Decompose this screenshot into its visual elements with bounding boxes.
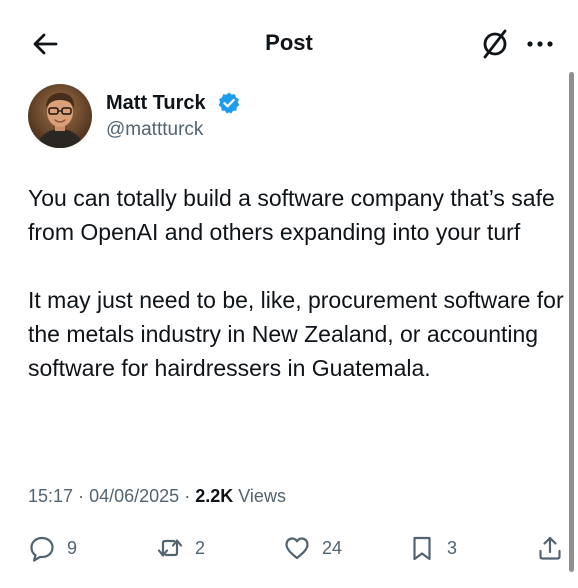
like-count: 24 <box>322 537 343 558</box>
more-horizontal-icon <box>527 41 553 47</box>
share-button[interactable] <box>536 528 564 568</box>
author-name[interactable]: Matt Turck <box>106 92 206 115</box>
avatar[interactable] <box>28 84 92 148</box>
bookmark-count: 3 <box>447 537 458 558</box>
repost-count: 2 <box>195 537 206 558</box>
more-options-button[interactable] <box>524 34 556 54</box>
post-text: You can totally build a software company… <box>28 181 568 385</box>
author-handle[interactable]: @mattturck <box>106 119 203 141</box>
post-date[interactable]: 04/06/2025 <box>89 486 179 506</box>
views-label: Views <box>238 486 286 506</box>
reply-icon <box>30 536 54 562</box>
post-meta: 15:17 · 04/06/2025 · 2.2K Views <box>28 486 286 507</box>
post-paragraph: You can totally build a software company… <box>28 185 555 245</box>
bookmark-icon <box>413 536 431 561</box>
avatar-photo <box>28 84 92 148</box>
repost-button[interactable]: 2 <box>156 528 205 568</box>
grok-icon <box>483 29 507 59</box>
meta-separator: · <box>184 486 191 506</box>
heart-icon <box>285 537 309 560</box>
action-bar: 9 2 24 3 <box>0 528 578 568</box>
share-icon <box>539 536 561 560</box>
verified-badge-icon <box>218 92 240 114</box>
like-button[interactable]: 24 <box>283 528 342 568</box>
bookmark-button[interactable]: 3 <box>408 528 457 568</box>
repost-icon <box>157 539 183 557</box>
reply-button[interactable]: 9 <box>28 528 77 568</box>
views-count: 2.2K <box>195 486 234 506</box>
top-bar: Post <box>0 0 578 86</box>
reply-count: 9 <box>67 537 78 558</box>
post-paragraph: It may just need to be, like, procuremen… <box>28 287 564 381</box>
meta-separator: · <box>78 486 85 506</box>
grok-button[interactable] <box>478 27 512 61</box>
post-time[interactable]: 15:17 <box>28 486 73 506</box>
scrollbar[interactable] <box>569 72 574 572</box>
